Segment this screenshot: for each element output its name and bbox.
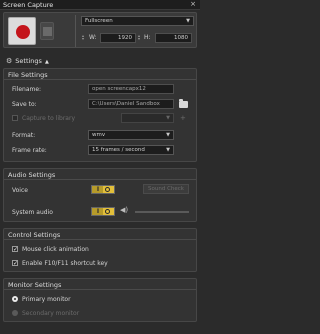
toggle-off-icon xyxy=(103,186,114,193)
resize-spinner-icon[interactable]: ▴ ▾ xyxy=(82,34,84,41)
frame-rate-select[interactable]: 15 frames / second ▼ xyxy=(88,145,174,155)
width-spinner-icon[interactable]: ▴ ▾ xyxy=(138,34,140,41)
chevron-down-icon: ▼ xyxy=(166,115,170,121)
title-bar: Screen Capture × xyxy=(0,0,200,10)
close-icon[interactable]: × xyxy=(190,0,196,8)
chevron-down-icon: ▼ xyxy=(186,18,190,24)
file-settings-panel: File Settings Filename: open screencapx1… xyxy=(3,68,197,162)
format-label: Format: xyxy=(12,132,36,139)
primary-monitor-radio[interactable] xyxy=(12,296,18,302)
settings-toggle[interactable]: ⚙ Settings ▲ xyxy=(6,57,49,65)
speaker-icon: ◀) xyxy=(120,206,129,214)
frame-rate-label: Frame rate: xyxy=(12,147,47,154)
library-select[interactable]: ▼ xyxy=(121,113,174,123)
save-to-input[interactable]: C:\Users\Daniel Sandbox xyxy=(88,99,174,109)
control-settings-panel: Control Settings ✓ Mouse click animation… xyxy=(3,228,197,272)
settings-label: Settings xyxy=(15,57,42,65)
divider xyxy=(4,179,196,180)
shortcut-checkbox[interactable]: ✓ xyxy=(12,260,18,267)
width-label: W: xyxy=(89,34,97,41)
volume-slider[interactable] xyxy=(135,211,189,213)
divider xyxy=(4,239,196,240)
monitor-settings-title: Monitor Settings xyxy=(8,281,62,289)
frame-rate-value: 15 frames / second xyxy=(92,147,145,153)
chevron-up-icon: ▲ xyxy=(44,59,49,65)
secondary-monitor-radio[interactable] xyxy=(12,310,18,316)
monitor-settings-panel: Monitor Settings Primary monitor Seconda… xyxy=(3,278,197,322)
capture-library-checkbox[interactable] xyxy=(12,115,18,121)
primary-monitor-label: Primary monitor xyxy=(22,296,71,303)
filename-input[interactable]: open screencapx12 xyxy=(88,84,174,94)
shortcut-label: Enable F10/F11 shortcut key xyxy=(22,260,108,267)
capture-controls: Fullscreen ▼ ▴ ▾ W: 1920 ▴ ▾ H: 1080 xyxy=(3,12,197,48)
height-label: H: xyxy=(144,34,151,41)
save-to-label: Save to: xyxy=(12,101,37,108)
width-field[interactable]: 1920 xyxy=(100,33,136,43)
format-value: wmv xyxy=(92,132,106,138)
control-settings-title: Control Settings xyxy=(8,231,61,239)
mouse-click-label: Mouse click animation xyxy=(22,246,89,253)
chevron-down-icon: ▼ xyxy=(166,147,170,153)
audio-settings-panel: Audio Settings Voice I Sound Check Syste… xyxy=(3,168,197,222)
divider xyxy=(4,79,196,80)
capture-region-select[interactable]: Fullscreen ▼ xyxy=(81,16,194,26)
system-audio-toggle[interactable]: I xyxy=(91,207,115,216)
system-audio-label: System audio xyxy=(12,209,53,216)
record-icon xyxy=(16,25,30,39)
record-button[interactable] xyxy=(8,17,36,45)
toggle-off-icon xyxy=(103,208,114,215)
audio-settings-title: Audio Settings xyxy=(8,171,56,179)
divider xyxy=(4,289,196,290)
filename-label: Filename: xyxy=(12,86,42,93)
capture-region-value: Fullscreen xyxy=(85,18,113,24)
stop-button[interactable] xyxy=(40,22,54,40)
chevron-down-icon: ▼ xyxy=(166,132,170,138)
folder-icon[interactable] xyxy=(179,99,188,108)
divider xyxy=(75,15,76,47)
mouse-click-checkbox[interactable]: ✓ xyxy=(12,246,18,253)
file-settings-title: File Settings xyxy=(8,71,48,79)
stop-icon xyxy=(43,27,52,36)
window-title: Screen Capture xyxy=(3,1,54,9)
add-icon[interactable]: + xyxy=(180,114,186,122)
gear-icon: ⚙ xyxy=(6,57,13,65)
voice-toggle[interactable]: I xyxy=(91,185,115,194)
secondary-monitor-label: Secondary monitor xyxy=(22,310,80,317)
voice-label: Voice xyxy=(12,187,28,194)
capture-library-label: Capture to library xyxy=(22,115,75,122)
height-field[interactable]: 1080 xyxy=(155,33,192,43)
sound-check-button[interactable]: Sound Check xyxy=(143,184,189,194)
format-select[interactable]: wmv ▼ xyxy=(88,130,174,140)
